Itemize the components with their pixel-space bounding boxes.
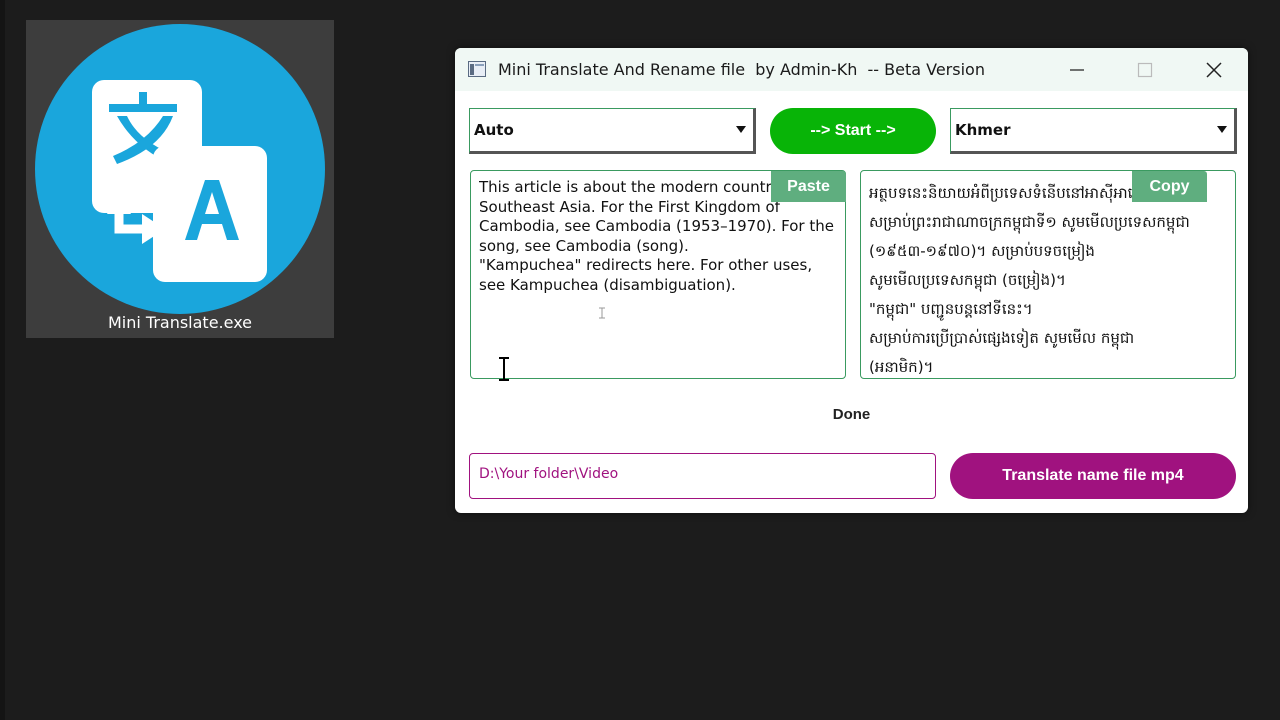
text-cursor-icon xyxy=(599,307,605,319)
translated-text: អត្ថបទនេះនិយាយអំពីប្រទេសទំនើបនៅអាស៊ីអាគ្… xyxy=(869,184,1190,375)
translated-text-area[interactable]: អត្ថបទនេះនិយាយអំពីប្រទេសទំនើបនៅអាស៊ីអាគ្… xyxy=(860,170,1236,379)
app-window: Mini Translate And Rename file by Admin-… xyxy=(455,48,1248,513)
minimize-icon xyxy=(1070,68,1084,71)
folder-path-input[interactable]: D:\Your folder\Video xyxy=(469,453,936,499)
target-language-value: Khmer xyxy=(955,121,1011,139)
source-text: This article is about the modern country… xyxy=(479,178,834,294)
maximize-button[interactable] xyxy=(1122,48,1168,91)
source-language-value: Auto xyxy=(474,121,514,139)
mouse-ibeam-cursor-icon xyxy=(499,357,509,381)
close-button[interactable] xyxy=(1191,48,1237,91)
minimize-button[interactable] xyxy=(1054,48,1100,91)
title-bar[interactable]: Mini Translate And Rename file by Admin-… xyxy=(455,48,1248,91)
chevron-down-icon xyxy=(1217,126,1227,133)
source-language-select[interactable]: Auto xyxy=(469,108,756,154)
folder-path-value: D:\Your folder\Video xyxy=(479,466,619,482)
app-window-icon xyxy=(468,61,486,77)
translate-icon xyxy=(35,24,325,314)
target-language-select[interactable]: Khmer xyxy=(950,108,1237,154)
source-text-area[interactable]: This article is about the modern country… xyxy=(470,170,846,379)
maximize-icon xyxy=(1137,62,1153,77)
close-icon xyxy=(1206,61,1222,78)
chevron-down-icon xyxy=(736,126,746,133)
desktop-edge xyxy=(0,0,5,720)
window-title: Mini Translate And Rename file by Admin-… xyxy=(498,60,985,79)
desktop-shortcut-mini-translate[interactable]: Mini Translate.exe xyxy=(26,20,334,338)
start-translate-button[interactable]: --> Start --> xyxy=(770,108,936,154)
copy-button[interactable]: Copy xyxy=(1132,171,1207,202)
status-label: Done xyxy=(832,406,871,423)
paste-button[interactable]: Paste xyxy=(771,171,846,202)
desktop-icon-label: Mini Translate.exe xyxy=(107,313,253,332)
translate-file-names-button[interactable]: Translate name file mp4 xyxy=(950,453,1236,499)
